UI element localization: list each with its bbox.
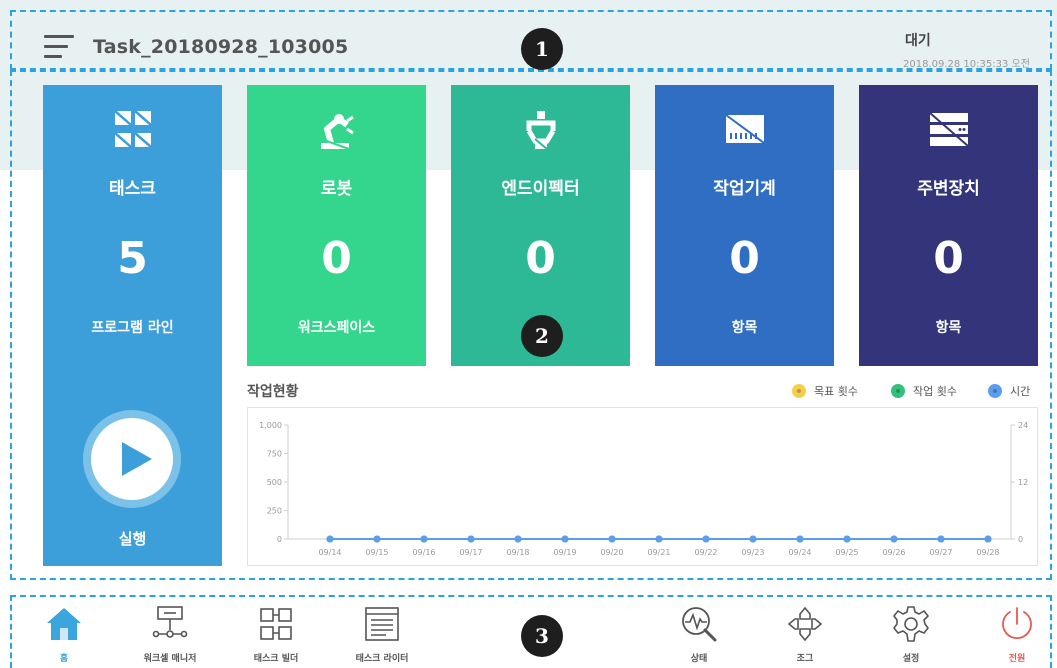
marker-3: 3 bbox=[521, 615, 563, 657]
marker-2: 2 bbox=[521, 315, 563, 357]
marker-1: 1 bbox=[521, 28, 563, 70]
